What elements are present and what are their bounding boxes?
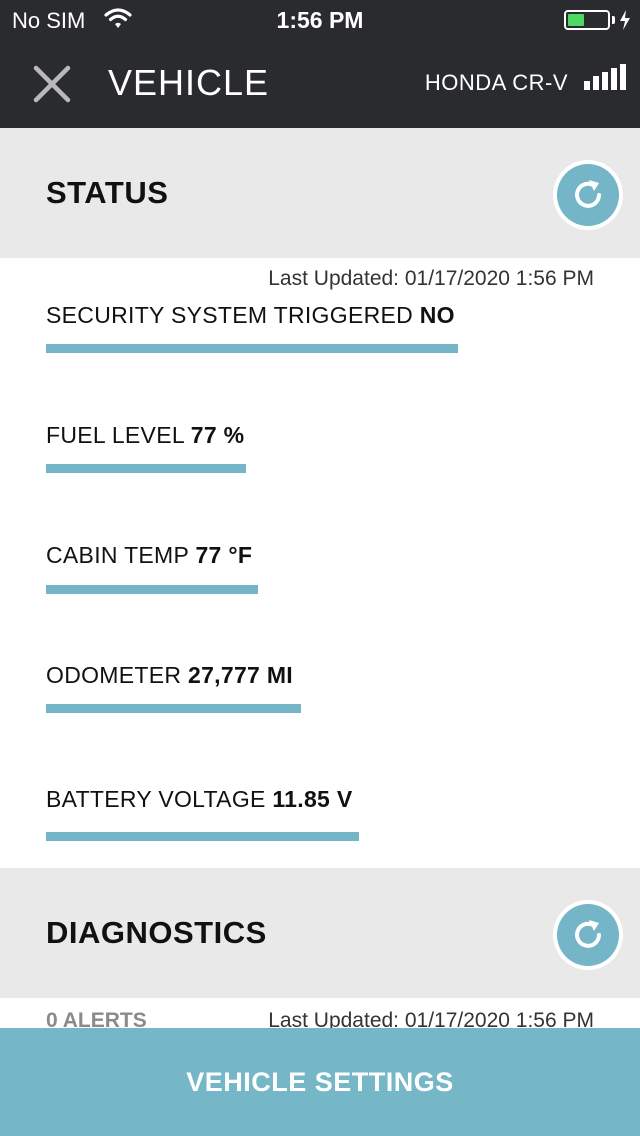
diagnostics-section-header: DIAGNOSTICS <box>0 868 640 998</box>
diagnostics-section-title: DIAGNOSTICS <box>46 915 267 950</box>
nav-bar: VEHICLE HONDA CR-V <box>0 40 640 128</box>
status-section-title: STATUS <box>46 175 169 210</box>
stat-security: SECURITY SYSTEM TRIGGERED NO <box>46 302 455 329</box>
diagnostics-refresh-button[interactable] <box>553 900 623 970</box>
refresh-button-face <box>557 904 619 966</box>
stat-cabin-temp-value: 77 °F <box>195 542 253 568</box>
close-icon[interactable] <box>28 60 76 108</box>
stat-battery-voltage: BATTERY VOLTAGE 11.85 V <box>46 786 352 813</box>
stat-security-value: NO <box>419 302 455 328</box>
page-title: VEHICLE <box>108 62 270 103</box>
stat-odometer: ODOMETER 27,777 MI <box>46 662 293 689</box>
stat-odometer-label: ODOMETER <box>46 662 182 688</box>
stat-security-label: SECURITY SYSTEM TRIGGERED <box>46 302 414 328</box>
stat-odometer-bar <box>46 704 301 713</box>
stat-cabin-temp-bar <box>46 585 258 594</box>
stat-battery-voltage-label: BATTERY VOLTAGE <box>46 786 266 812</box>
stat-fuel-bar <box>46 464 246 473</box>
charging-bolt-icon <box>620 10 630 30</box>
refresh-icon <box>575 920 601 948</box>
stat-cabin-temp: CABIN TEMP 77 °F <box>46 542 252 569</box>
stat-battery-voltage-value: 11.85 V <box>272 786 353 812</box>
stat-fuel-label: FUEL LEVEL <box>46 422 185 448</box>
vehicle-name[interactable]: HONDA CR-V <box>425 70 568 96</box>
stat-security-bar <box>46 344 458 353</box>
battery-icon <box>564 10 610 30</box>
stat-fuel: FUEL LEVEL 77 % <box>46 422 244 449</box>
vehicle-settings-button[interactable]: VEHICLE SETTINGS <box>0 1028 640 1136</box>
status-refresh-button[interactable] <box>553 160 623 230</box>
refresh-icon <box>575 180 601 208</box>
status-bar: No SIM 1:56 PM <box>0 0 640 40</box>
battery-fill <box>568 14 584 26</box>
signal-bars-icon <box>584 64 626 90</box>
status-last-updated: Last Updated: 01/17/2020 1:56 PM <box>268 267 594 290</box>
stat-battery-voltage-bar <box>46 832 359 841</box>
status-section-header: STATUS <box>0 128 640 258</box>
stat-fuel-value: 77 % <box>190 422 245 448</box>
stat-cabin-temp-label: CABIN TEMP <box>46 542 189 568</box>
stat-odometer-value: 27,777 MI <box>188 662 293 688</box>
refresh-button-face <box>557 164 619 226</box>
battery-tip <box>612 16 615 24</box>
clock: 1:56 PM <box>276 7 364 33</box>
